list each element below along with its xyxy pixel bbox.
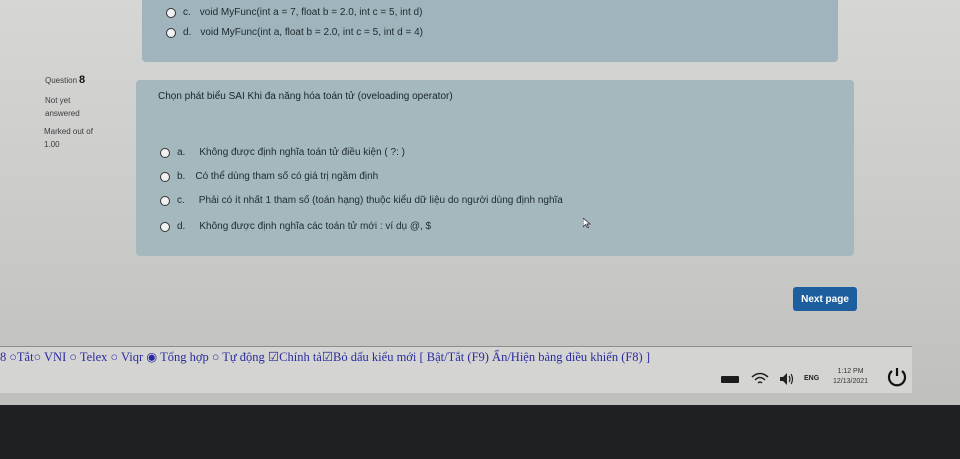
question-text: Chọn phát biểu SAI Khi đa năng hóa toán … [158,91,453,102]
question-marks: Marked out of 1.00 [44,127,93,149]
option-a[interactable]: a. Không được định nghĩa toán tử điều ki… [160,147,405,158]
prev-option-d[interactable]: d. void MyFunc(int a, float b = 2.0, int… [166,27,423,38]
monitor-bezel [0,405,960,459]
wifi-icon[interactable] [751,372,769,386]
option-letter: d. [183,27,192,38]
option-d[interactable]: d. Không được định nghĩa các toán tử mới… [160,221,431,232]
option-letter: b. [177,171,186,182]
speaker-icon[interactable] [779,372,795,386]
radio-button[interactable] [160,147,170,158]
option-b[interactable]: b. Có thể dùng tham số có giá trị ngầm đ… [160,171,378,182]
option-letter: a. [177,147,186,158]
option-text: Không được định nghĩa các toán tử mới : … [199,221,432,232]
question-status: Not yet answered [45,96,80,118]
option-c[interactable]: c. Phải có ít nhất 1 tham số (toán hạng)… [160,195,563,206]
mouse-cursor-icon [583,218,591,228]
question-number: 8 [79,74,86,86]
option-text: void MyFunc(int a, float b = 2.0, int c … [200,27,423,38]
radio-button[interactable] [166,27,176,38]
option-text: void MyFunc(int a = 7, float b = 2.0, in… [199,7,423,18]
radio-button[interactable] [160,221,170,232]
option-text: Không được định nghĩa toán tử điều kiện … [199,147,405,158]
power-icon[interactable] [886,366,908,388]
clock-time: 1:12 PM [837,368,864,375]
radio-button[interactable] [160,195,170,206]
language-indicator[interactable]: ENG [804,375,819,382]
question-info: Question 8 Not yet answered Marked out of… [36,68,134,160]
option-letter: c. [183,7,191,18]
option-letter: d. [177,221,186,232]
next-page-button[interactable]: Next page [793,287,857,311]
system-clock[interactable]: 1:12 PM 12/13/2021 [833,367,868,387]
option-text: Có thể dùng tham số có giá trị ngầm định [195,171,379,182]
prev-option-c[interactable]: c. void MyFunc(int a = 7, float b = 2.0,… [166,7,422,18]
battery-icon[interactable] [721,376,739,383]
radio-button[interactable] [160,171,170,182]
question-label: Question 8 [45,74,86,86]
radio-button[interactable] [166,7,176,18]
unikey-ime-bar[interactable]: 8 ○Tắt○ VNI ○ Telex ○ Viqr ◉ Tổng hợp ○ … [0,349,650,365]
option-letter: c. [177,195,185,206]
option-text: Phải có ít nhất 1 tham số (toán hạng) th… [198,195,563,206]
clock-date: 12/13/2021 [833,378,869,385]
